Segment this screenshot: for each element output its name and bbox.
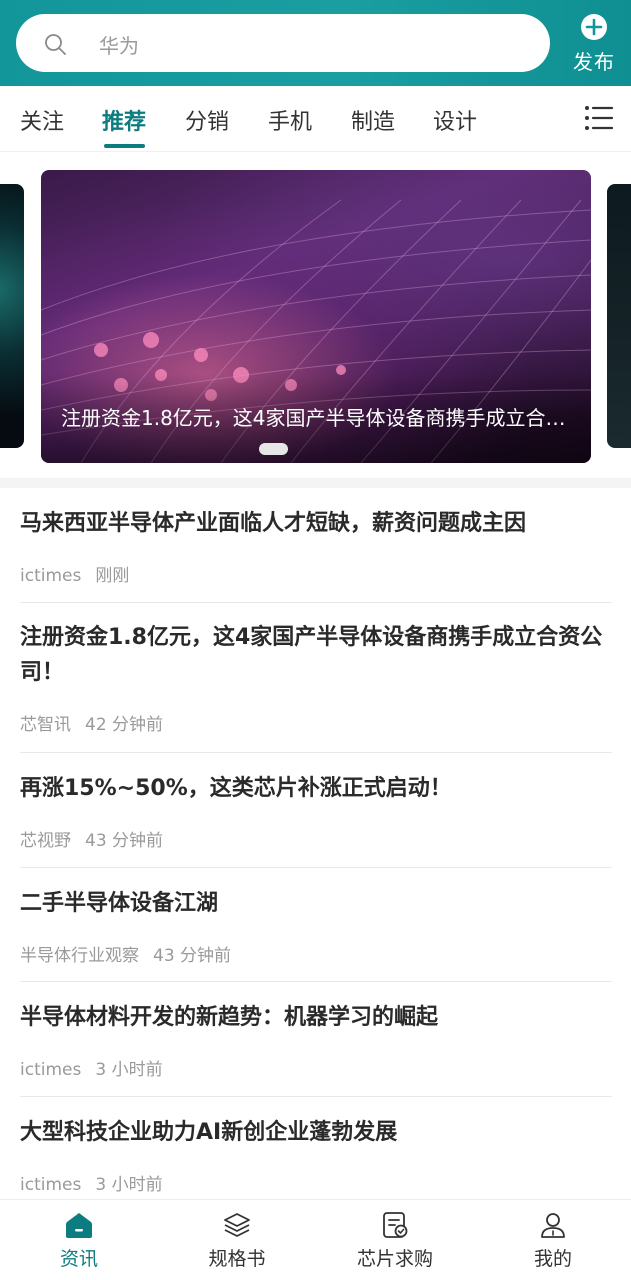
list-item[interactable]: 注册资金1.8亿元，这4家国产半导体设备商携手成立合资公司！ 芯智讯 42 分钟前 bbox=[20, 620, 612, 735]
news-source: 半导体行业观察 bbox=[20, 946, 139, 966]
tab-follow[interactable]: 关注 bbox=[20, 104, 64, 136]
nav-datasheet[interactable]: 规格书 bbox=[177, 1200, 297, 1280]
news-time: 43 分钟前 bbox=[85, 831, 164, 851]
news-meta: ictimes 刚刚 bbox=[20, 561, 612, 586]
news-source: ictimes bbox=[20, 1175, 82, 1195]
carousel-indicator-dot bbox=[259, 443, 288, 455]
news-meta: 芯智讯 42 分钟前 bbox=[20, 710, 612, 735]
list-separator bbox=[20, 752, 612, 753]
nav-profile-label: 我的 bbox=[533, 1248, 572, 1270]
news-title: 注册资金1.8亿元，这4家国产半导体设备商携手成立合资公司！ bbox=[20, 625, 603, 685]
tab-mobile[interactable]: 手机 bbox=[268, 104, 312, 136]
tab-distribution[interactable]: 分销 bbox=[185, 104, 229, 136]
user-icon bbox=[541, 1213, 565, 1238]
tab-design[interactable]: 设计 bbox=[433, 104, 477, 136]
news-time: 3 小时前 bbox=[95, 1175, 163, 1195]
menu-list-icon[interactable] bbox=[584, 104, 614, 132]
search-icon bbox=[45, 34, 66, 55]
list-separator bbox=[20, 602, 612, 603]
news-meta: ictimes 3 小时前 bbox=[20, 1055, 612, 1080]
active-tab-indicator bbox=[104, 144, 145, 148]
home-icon bbox=[66, 1213, 92, 1238]
nav-news[interactable]: 资讯 bbox=[19, 1200, 139, 1280]
news-title: 大型科技企业助力AI新创企业蓬勃发展 bbox=[20, 1120, 398, 1145]
list-separator bbox=[20, 1096, 612, 1097]
tab-recommended[interactable]: 推荐 bbox=[102, 104, 146, 136]
news-title: 半导体材料开发的新趋势：机器学习的崛起 bbox=[20, 1005, 439, 1030]
document-check-icon bbox=[383, 1212, 408, 1238]
news-title: 二手半导体设备江湖 bbox=[20, 891, 219, 916]
news-source: ictimes bbox=[20, 1060, 82, 1080]
news-time: 刚刚 bbox=[95, 566, 130, 586]
list-item[interactable]: 二手半导体设备江湖 半导体行业观察 43 分钟前 bbox=[20, 886, 612, 966]
list-separator bbox=[20, 981, 612, 982]
news-time: 42 分钟前 bbox=[85, 715, 164, 735]
news-time: 43 分钟前 bbox=[153, 946, 232, 966]
publish-button[interactable]: 发布 bbox=[566, 12, 622, 78]
news-meta: 半导体行业观察 43 分钟前 bbox=[20, 941, 612, 966]
section-divider bbox=[0, 478, 631, 488]
news-source: 芯视野 bbox=[20, 831, 71, 851]
nav-news-label: 资讯 bbox=[59, 1248, 98, 1270]
previous-banner-slide[interactable] bbox=[0, 184, 24, 448]
news-title: 再涨15%~50%，这类芯片补涨正式启动！ bbox=[20, 776, 452, 801]
news-meta: ictimes 3 小时前 bbox=[20, 1170, 612, 1195]
tab-manufacturing[interactable]: 制造 bbox=[351, 104, 395, 136]
search-bar[interactable]: 华为 bbox=[16, 14, 550, 72]
news-source: ictimes bbox=[20, 566, 82, 586]
list-item[interactable]: 再涨15%~50%，这类芯片补涨正式启动！ 芯视野 43 分钟前 bbox=[20, 771, 612, 851]
list-item[interactable]: 半导体材料开发的新趋势：机器学习的崛起 ictimes 3 小时前 bbox=[20, 1000, 612, 1080]
category-tabs: 关注 推荐 分销 手机 制造 设计 bbox=[0, 86, 631, 152]
news-title: 马来西亚半导体产业面临人才短缺，薪资问题成主因 bbox=[20, 511, 527, 536]
search-placeholder: 华为 bbox=[99, 34, 139, 58]
banner-caption: 注册资金1.8亿元，这4家国产半导体设备商携手成立合资公司！ bbox=[61, 406, 566, 430]
news-source: 芯智讯 bbox=[20, 715, 71, 735]
top-header: 华为 发布 bbox=[0, 0, 631, 86]
banner-slide[interactable]: 注册资金1.8亿元，这4家国产半导体设备商携手成立合资公司！ bbox=[41, 170, 591, 463]
nav-profile[interactable]: 我的 bbox=[493, 1200, 613, 1280]
publish-label: 发布 bbox=[573, 50, 615, 74]
nav-datasheet-label: 规格书 bbox=[208, 1248, 266, 1270]
news-time: 3 小时前 bbox=[95, 1060, 163, 1080]
list-item[interactable]: 大型科技企业助力AI新创企业蓬勃发展 ictimes 3 小时前 bbox=[20, 1115, 612, 1195]
list-separator bbox=[20, 867, 612, 868]
list-item[interactable]: 马来西亚半导体产业面临人才短缺，薪资问题成主因 ictimes 刚刚 bbox=[20, 506, 612, 586]
nav-chip-purchase[interactable]: 芯片求购 bbox=[335, 1200, 455, 1280]
bottom-navigation: 资讯 规格书 芯片求购 我的 bbox=[0, 1199, 631, 1280]
next-banner-slide[interactable] bbox=[607, 184, 631, 448]
layers-icon bbox=[224, 1213, 250, 1237]
nav-chip-purchase-label: 芯片求购 bbox=[356, 1248, 433, 1270]
plus-circle-icon bbox=[581, 14, 607, 40]
news-meta: 芯视野 43 分钟前 bbox=[20, 826, 612, 851]
